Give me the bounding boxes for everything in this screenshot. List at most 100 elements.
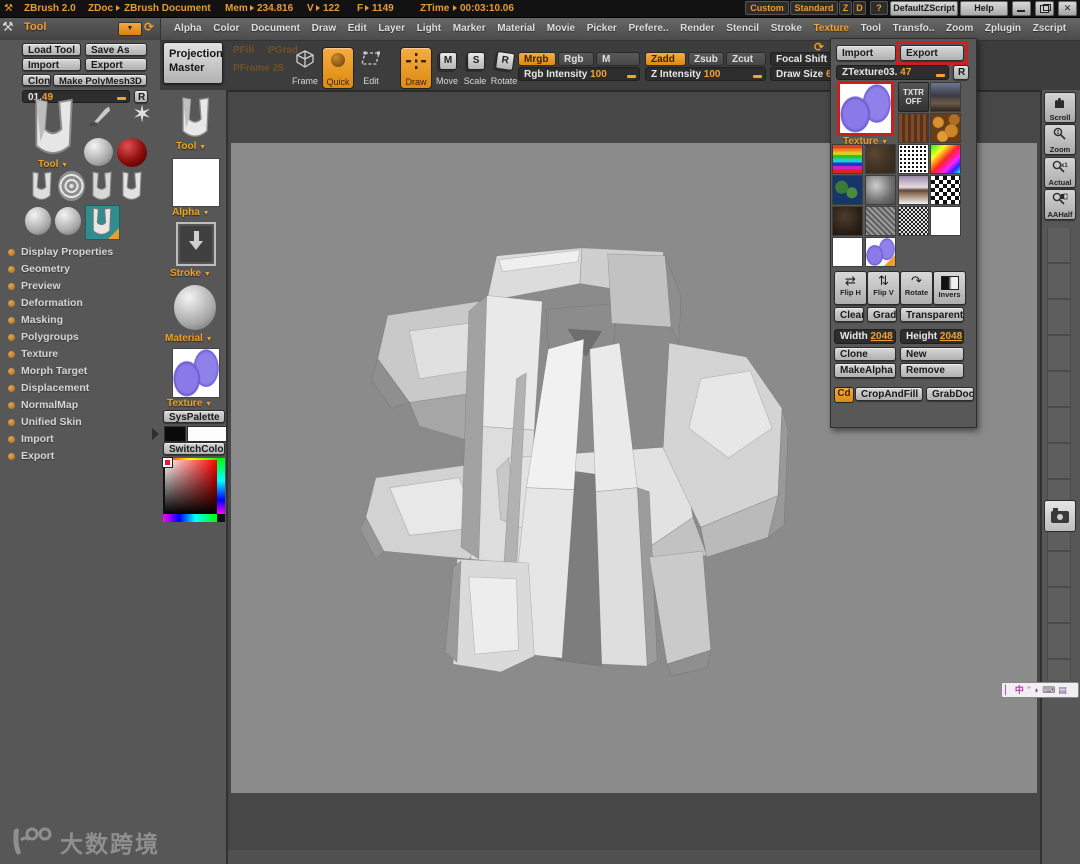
menu-picker[interactable]: Picker <box>587 23 617 34</box>
menu-stencil[interactable]: Stencil <box>726 23 759 34</box>
d-button[interactable]: D <box>853 1 866 15</box>
rgb-intensity-slider[interactable]: Rgb Intensity 100 <box>518 67 640 81</box>
ime-language-bar[interactable]: ▏ 中 ’’ ◗ ⌨ ▤ <box>1001 682 1079 698</box>
export-tool-button[interactable]: Export <box>85 58 147 71</box>
texture-panel-refresh-icon[interactable]: ⟳ <box>814 40 824 54</box>
width-slider[interactable]: Width 2048 <box>834 329 896 344</box>
palette-refresh-icon[interactable]: ⟳ <box>144 20 154 34</box>
texture-thumb-stripes[interactable] <box>832 144 863 174</box>
section-export[interactable]: Export <box>8 449 54 463</box>
restore-button[interactable] <box>1035 1 1054 16</box>
texture-thumb-rocks[interactable] <box>930 82 961 112</box>
quick-button[interactable]: Quick <box>322 47 354 89</box>
hue-strip-vertical[interactable] <box>217 458 225 514</box>
standard-ui-button[interactable]: Standard <box>790 1 838 15</box>
texture-thumb-rainbow[interactable] <box>930 144 961 174</box>
sculpted-3d-model[interactable] <box>352 232 788 678</box>
help-button[interactable]: Help <box>960 1 1008 16</box>
draw-button[interactable]: Draw <box>400 47 432 89</box>
clear-button[interactable]: Clear <box>834 307 864 322</box>
snapshot-camera-button[interactable] <box>1044 500 1076 532</box>
cd-button[interactable]: Cd <box>834 387 854 403</box>
menu-edit[interactable]: Edit <box>348 23 367 34</box>
section-masking[interactable]: Masking <box>8 313 63 327</box>
make-polymesh3d-button[interactable]: Make PolyMesh3D <box>53 74 147 86</box>
saturation-square[interactable] <box>165 460 217 514</box>
make-alpha-button[interactable]: MakeAlpha <box>834 363 896 378</box>
texture-thumb-scratch[interactable] <box>865 206 896 236</box>
scale-button[interactable]: S Scale <box>461 47 489 87</box>
zadd-button[interactable]: Zadd <box>645 52 686 66</box>
clone-texture-button[interactable]: Clone <box>834 347 896 361</box>
texture-export-button[interactable]: Export <box>900 45 964 61</box>
tool-thumb-selected-umesh[interactable] <box>85 205 120 240</box>
menu-draw[interactable]: Draw <box>312 23 336 34</box>
menu-movie[interactable]: Movie <box>547 23 575 34</box>
section-texture[interactable]: Texture <box>8 347 58 361</box>
ime-halfwidth-moon-icon[interactable]: ◗ <box>1034 683 1039 697</box>
palette-dropdown-icon[interactable]: ▼ <box>118 22 142 36</box>
current-texture-thumbnail[interactable] <box>837 81 894 136</box>
section-deformation[interactable]: Deformation <box>8 296 83 310</box>
texture-thumb-white-2[interactable] <box>832 237 863 267</box>
ime-punctuation-icon[interactable]: ’’ <box>1027 683 1031 697</box>
hue-strip-horizontal[interactable] <box>163 514 217 522</box>
move-button[interactable]: M Move <box>433 47 461 87</box>
remove-texture-button[interactable]: Remove <box>900 363 964 378</box>
mrgb-button[interactable]: Mrgb <box>518 52 556 66</box>
tool-thumb-umesh-2[interactable] <box>88 170 115 202</box>
current-tool-thumbnail[interactable] <box>28 95 78 159</box>
shelf-material-thumbnail[interactable] <box>174 285 216 330</box>
texture-thumb-sunset[interactable] <box>898 175 929 205</box>
texture-thumb-halftone[interactable] <box>898 144 929 174</box>
picker-selector[interactable] <box>162 457 173 468</box>
grad-button[interactable]: Grad <box>867 307 897 322</box>
slider-handle[interactable] <box>753 75 762 78</box>
texture-import-button[interactable]: Import <box>836 45 896 61</box>
shelf-stroke-thumbnail[interactable] <box>176 222 216 266</box>
collapsed-tray-strip[interactable] <box>1047 228 1071 680</box>
tool-thumb-umesh-1[interactable] <box>28 170 55 202</box>
flip-h-button[interactable]: ⇄ Flip H <box>834 271 867 305</box>
slider-handle[interactable] <box>936 74 945 77</box>
panel-collapse-arrow[interactable] <box>152 428 159 440</box>
texture-off-button[interactable]: TXTR OFF <box>898 82 929 112</box>
ime-input-mode-icon[interactable]: 中 <box>1015 683 1024 697</box>
menu-document[interactable]: Document <box>251 23 300 34</box>
transparent-button[interactable]: Transparent <box>900 307 964 322</box>
custom-ui-button[interactable]: Custom <box>745 1 789 15</box>
new-texture-button[interactable]: New <box>900 347 964 361</box>
star-tool-icon[interactable]: ✶ <box>132 100 152 129</box>
switchcolor-button[interactable]: SwitchColor <box>163 442 225 455</box>
invers-button[interactable]: Invers <box>933 271 966 305</box>
section-displacement[interactable]: Displacement <box>8 381 89 395</box>
rotate-button[interactable]: R Rotate <box>490 47 518 87</box>
texture-thumb-beans[interactable] <box>930 113 961 143</box>
close-button[interactable]: ✕ <box>1058 1 1077 16</box>
z-button[interactable]: Z <box>839 1 852 15</box>
sphere-tool-thumbnail[interactable] <box>84 138 113 166</box>
projection-master-button[interactable]: Projection Master <box>163 42 223 84</box>
menu-zplugin[interactable]: Zplugin <box>985 23 1021 34</box>
section-geometry[interactable]: Geometry <box>8 262 70 276</box>
tool-thumb-sphere-2[interactable] <box>55 207 81 235</box>
texture-thumb-wood[interactable] <box>898 113 929 143</box>
flip-v-button[interactable]: ⇅ Flip V <box>867 271 900 305</box>
menu-preferences[interactable]: Prefere.. <box>628 23 668 34</box>
menu-layer[interactable]: Layer <box>378 23 405 34</box>
menu-tool[interactable]: Tool <box>861 23 881 34</box>
crop-and-fill-button[interactable]: CropAndFill <box>855 387 923 401</box>
zcut-button[interactable]: Zcut <box>726 52 766 66</box>
m-button[interactable]: M <box>596 52 640 66</box>
tool-thumb-sphere-1[interactable] <box>25 207 51 235</box>
menu-zoom[interactable]: Zoom <box>946 23 973 34</box>
menu-render[interactable]: Render <box>680 23 714 34</box>
tool-thumb-umesh-3[interactable] <box>118 170 145 202</box>
knife-tool-icon[interactable] <box>88 104 114 135</box>
section-morph-target[interactable]: Morph Target <box>8 364 87 378</box>
menu-texture[interactable]: Texture <box>814 23 849 34</box>
minimize-button[interactable] <box>1012 1 1031 16</box>
texture-thumb-fine-checker[interactable] <box>898 206 929 236</box>
texture-thumb-white-1[interactable] <box>930 206 961 236</box>
main-color-swatch[interactable] <box>164 426 186 442</box>
